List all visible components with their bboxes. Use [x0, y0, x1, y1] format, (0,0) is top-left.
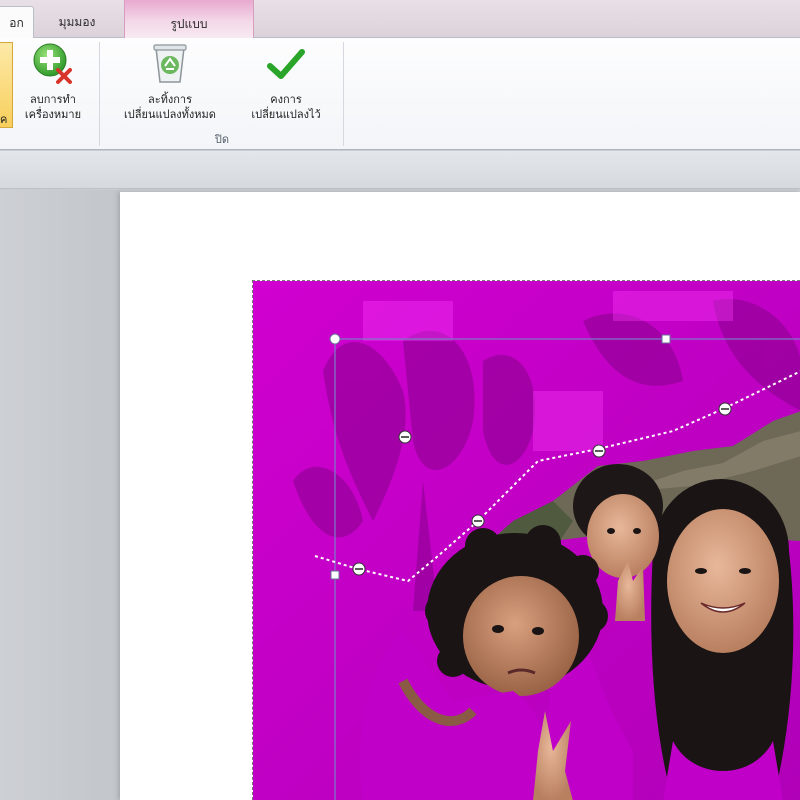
checkmark-icon: [267, 49, 305, 79]
group-separator: [99, 42, 100, 146]
tab-format-contextual[interactable]: รูปแบบ: [124, 0, 254, 38]
discard-all-label-line1: ละทิ้งการ: [147, 93, 193, 106]
keep-changes-label-line2: เปลี่ยนแปลงไว้: [251, 108, 321, 121]
ruler-bar: [0, 151, 800, 189]
tab-view[interactable]: มุมมอง: [40, 6, 114, 38]
discard-all-changes-button[interactable]: ละทิ้งการ เปลี่ยนแปลงทั้งหมด: [104, 42, 236, 128]
delete-mark-label-line2: เครื่องหมาย: [24, 108, 82, 121]
ribbon: ค ลบการทำ เครื่องหมาย ละทิ้งการ เปลี่ยนแ…: [0, 38, 800, 150]
discard-all-label-line2: เปลี่ยนแปลงทั้งหมด: [124, 108, 216, 121]
plus-with-x-icon: [33, 43, 72, 84]
photo-render: [253, 281, 800, 800]
tab-background-removal[interactable]: อก: [0, 6, 34, 39]
recycle-bin-icon: [153, 44, 187, 83]
background-removal-photo[interactable]: [252, 280, 800, 800]
mark-areas-button-label: ค: [0, 113, 8, 126]
ribbon-tab-strip: อก มุมมอง รูปแบบ: [0, 0, 800, 39]
keep-changes-button[interactable]: คงการ เปลี่ยนแปลงไว้: [236, 42, 336, 128]
slide-thumbnail-pane: [0, 190, 120, 800]
close-group-label: ปิด: [214, 133, 230, 146]
group-separator: [343, 42, 344, 146]
delete-mark-label-line1: ลบการทำ: [30, 93, 76, 106]
delete-mark-button[interactable]: ลบการทำ เครื่องหมาย: [15, 42, 91, 128]
keep-changes-label-line1: คงการ: [270, 93, 302, 106]
